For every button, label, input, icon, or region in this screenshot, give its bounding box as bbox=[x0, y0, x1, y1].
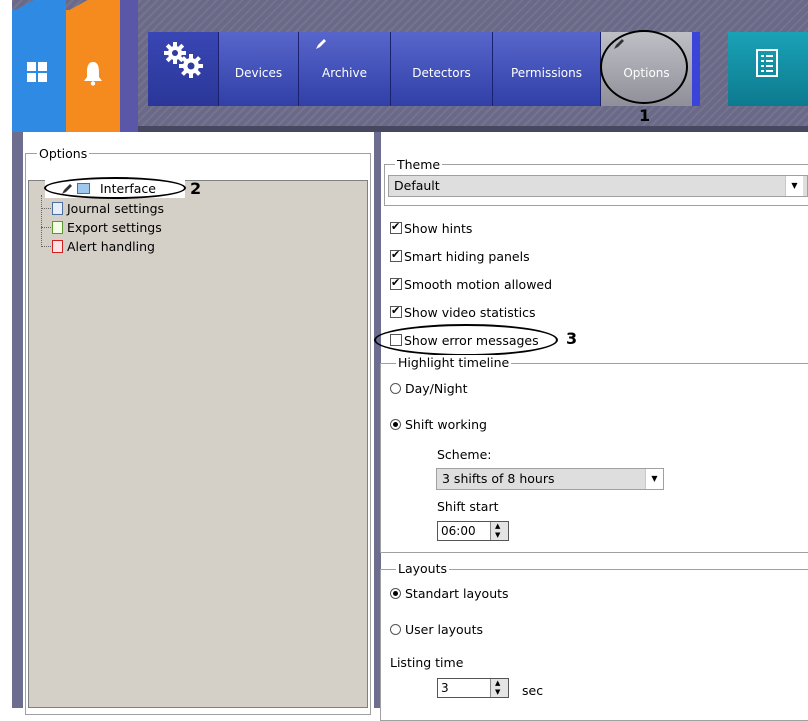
scheme-label: Scheme: bbox=[437, 447, 492, 462]
nav-detectors[interactable]: Detectors bbox=[390, 32, 492, 106]
theme-group-label: Theme bbox=[395, 157, 443, 172]
nav-detectors-label: Detectors bbox=[412, 66, 471, 80]
scheme-select[interactable]: 3 shifts of 8 hours ▼ bbox=[436, 468, 664, 490]
theme-select-value: Default bbox=[394, 178, 440, 193]
nav-end-bar bbox=[692, 32, 700, 106]
report-tile[interactable] bbox=[728, 32, 808, 106]
tree-item-alert-handling[interactable]: Alert handling bbox=[52, 238, 202, 256]
tree-item-export-settings[interactable]: Export settings bbox=[52, 219, 202, 237]
smart-hiding-panels-checkbox[interactable] bbox=[390, 248, 402, 262]
accent-strip bbox=[120, 0, 138, 132]
callout-number-3: 3 bbox=[566, 329, 578, 348]
shift-start-label: Shift start bbox=[437, 499, 499, 514]
bell-icon bbox=[84, 62, 102, 86]
tree-item-journal-settings[interactable]: Journal settings bbox=[52, 200, 202, 218]
tree-connector bbox=[41, 208, 51, 209]
show-hints-label: Show hints bbox=[404, 221, 473, 236]
dropdown-arrow-icon: ▼ bbox=[645, 469, 663, 489]
tree-connector bbox=[41, 246, 51, 247]
options-tree bbox=[28, 180, 368, 708]
listing-time-value: 3 bbox=[441, 681, 449, 695]
nav-devices-label: Devices bbox=[234, 66, 283, 80]
gears-icon bbox=[164, 42, 203, 78]
day-night-label: Day/Night bbox=[405, 381, 468, 396]
stepper-arrows[interactable]: ▲ ▼ bbox=[490, 679, 508, 697]
callout-ring-1 bbox=[600, 30, 688, 104]
show-video-statistics-checkbox[interactable] bbox=[390, 304, 402, 318]
nav-devices[interactable]: Devices bbox=[218, 32, 298, 106]
pencil-icon bbox=[316, 39, 326, 49]
export-settings-icon bbox=[52, 221, 63, 234]
theme-select[interactable]: Default ▼ bbox=[388, 175, 808, 197]
tree-item-journal-label: Journal settings bbox=[67, 201, 165, 216]
show-hints-checkbox[interactable] bbox=[390, 220, 402, 234]
smooth-motion-label: Smooth motion allowed bbox=[404, 277, 553, 292]
stepper-arrows[interactable]: ▲ ▼ bbox=[490, 522, 508, 540]
listing-time-label: Listing time bbox=[390, 655, 464, 670]
windows-icon bbox=[27, 62, 47, 82]
callout-ring-3 bbox=[374, 324, 558, 356]
shift-working-radio[interactable] bbox=[390, 419, 401, 430]
dropdown-arrow-icon: ▼ bbox=[785, 176, 803, 196]
show-video-statistics-label: Show video statistics bbox=[404, 305, 536, 320]
alarm-tile[interactable] bbox=[66, 10, 120, 132]
layouts-group-label: Layouts bbox=[396, 561, 450, 576]
listing-time-stepper[interactable]: 3 ▲ ▼ bbox=[437, 678, 509, 698]
nav-permissions-label: Permissions bbox=[511, 66, 582, 80]
day-night-radio[interactable] bbox=[390, 383, 401, 394]
report-icon bbox=[756, 49, 778, 77]
tree-connector bbox=[41, 227, 51, 228]
shift-start-value: 06:00 bbox=[441, 524, 476, 538]
shift-start-stepper[interactable]: 06:00 ▲ ▼ bbox=[437, 521, 509, 541]
smart-hiding-panels-label: Smart hiding panels bbox=[404, 249, 530, 264]
tree-item-export-label: Export settings bbox=[67, 220, 162, 235]
user-layouts-label: User layouts bbox=[405, 622, 483, 637]
nav-settings-button[interactable] bbox=[148, 32, 218, 106]
scheme-select-value: 3 shifts of 8 hours bbox=[442, 471, 555, 486]
nav-archive-label: Archive bbox=[322, 66, 367, 80]
nav-archive[interactable]: Archive bbox=[298, 32, 390, 106]
alert-handling-icon bbox=[52, 240, 63, 253]
standart-layouts-radio[interactable] bbox=[390, 588, 401, 599]
tree-item-alert-label: Alert handling bbox=[67, 239, 155, 254]
options-group-label: Options bbox=[37, 146, 90, 161]
highlight-timeline-label: Highlight timeline bbox=[396, 355, 512, 370]
user-layouts-radio[interactable] bbox=[390, 624, 401, 635]
tree-connector bbox=[41, 195, 42, 247]
nav-permissions[interactable]: Permissions bbox=[492, 32, 600, 106]
standart-layouts-label: Standart layouts bbox=[405, 586, 509, 601]
shift-working-label: Shift working bbox=[405, 417, 487, 432]
callout-number-1: 1 bbox=[639, 106, 651, 125]
listing-time-unit: sec bbox=[522, 683, 544, 698]
callout-ring-2 bbox=[44, 177, 186, 199]
journal-settings-icon bbox=[52, 202, 63, 215]
smooth-motion-checkbox[interactable] bbox=[390, 276, 402, 290]
windows-tile[interactable] bbox=[12, 10, 66, 132]
left-panel-frame bbox=[12, 132, 23, 708]
callout-number-2: 2 bbox=[190, 179, 202, 198]
